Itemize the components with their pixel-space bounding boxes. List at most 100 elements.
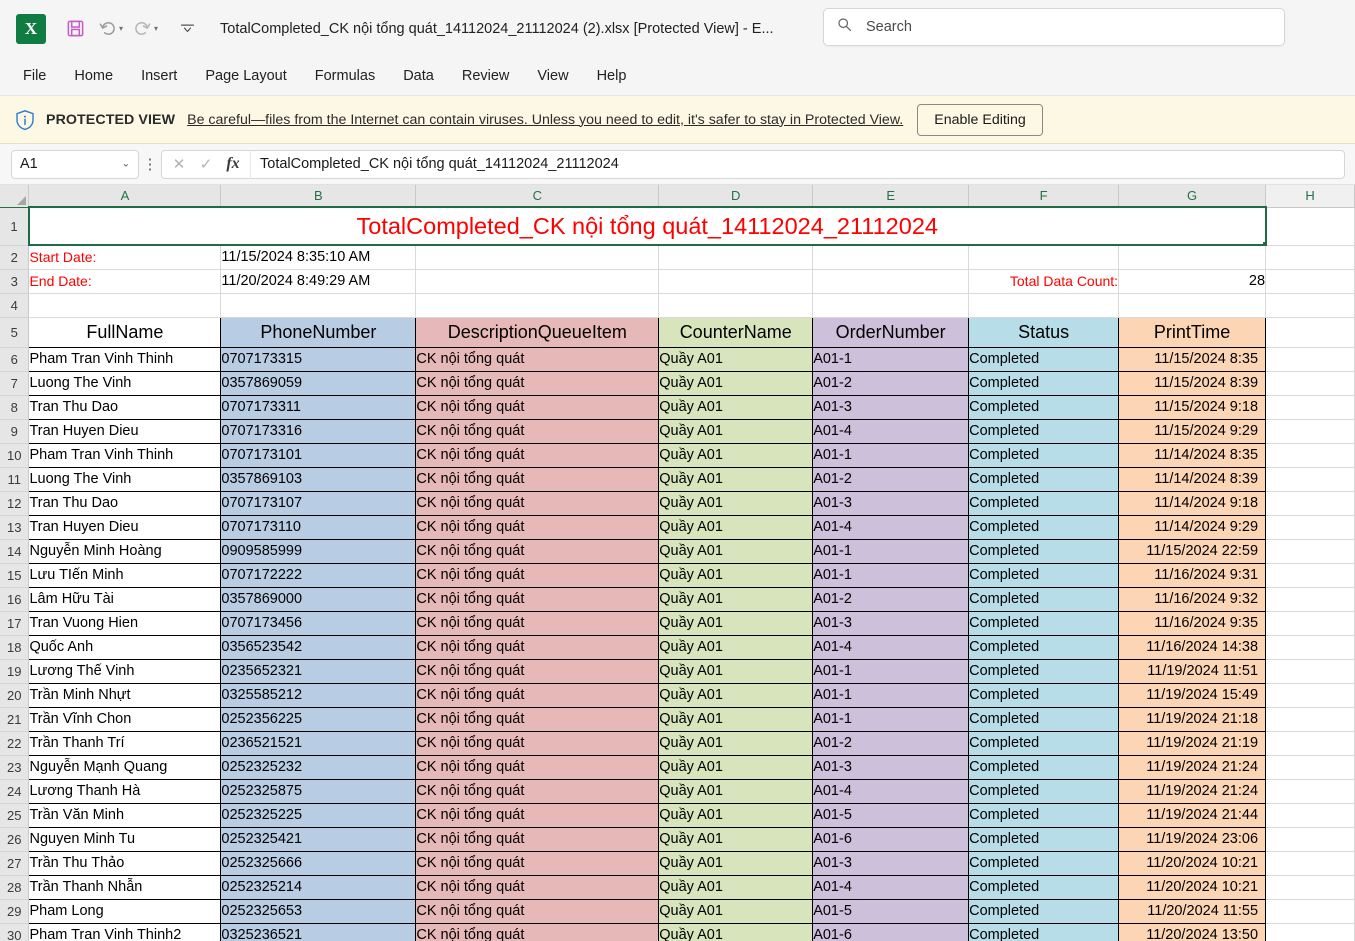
cell-e4[interactable] — [812, 293, 970, 318]
cell-g2[interactable] — [1118, 245, 1267, 270]
protected-view-message[interactable]: Be careful—files from the Internet can c… — [187, 112, 903, 128]
row-header-6[interactable]: 6 — [0, 347, 30, 372]
cell-E27[interactable]: A01-3 — [812, 851, 970, 876]
row-header-2[interactable]: 2 — [0, 245, 30, 270]
row-header-19[interactable]: 19 — [0, 659, 30, 684]
tab-data[interactable]: Data — [390, 63, 447, 89]
cell-A24[interactable]: Lương Thanh Hà — [28, 779, 222, 804]
cell-A12[interactable]: Tran Thu Dao — [28, 491, 222, 516]
cell-F27[interactable]: Completed — [968, 851, 1120, 876]
cell-A7[interactable]: Luong The Vinh — [28, 371, 222, 396]
cell-D29[interactable]: Quầy A01 — [658, 899, 814, 924]
cell-D12[interactable]: Quầy A01 — [658, 491, 814, 516]
cell-D11[interactable]: Quầy A01 — [658, 467, 814, 492]
cell-c4[interactable] — [415, 293, 660, 318]
cell-B8[interactable]: 0707173311 — [220, 395, 417, 420]
name-box[interactable]: A1 ⌄ — [11, 149, 139, 179]
tab-home[interactable]: Home — [61, 63, 126, 89]
row-header-1[interactable]: 1 — [0, 207, 30, 246]
cell-E14[interactable]: A01-1 — [812, 539, 970, 564]
cell-E19[interactable]: A01-1 — [812, 659, 970, 684]
cell-H20[interactable] — [1265, 683, 1355, 708]
cell-D9[interactable]: Quầy A01 — [658, 419, 814, 444]
tab-insert[interactable]: Insert — [128, 63, 190, 89]
cell-C23[interactable]: CK nội tổng quát — [415, 755, 660, 780]
cell-G17[interactable]: 11/16/2024 9:35 — [1118, 611, 1267, 636]
cell-A29[interactable]: Pham Long — [28, 899, 222, 924]
cell-c3[interactable] — [415, 269, 660, 294]
row-header-28[interactable]: 28 — [0, 875, 30, 900]
column-header-a[interactable]: A — [28, 185, 222, 208]
cell-B6[interactable]: 0707173315 — [220, 347, 417, 372]
cell-E21[interactable]: A01-1 — [812, 707, 970, 732]
total-data-count-value[interactable]: 28 — [1118, 269, 1267, 294]
cell-E12[interactable]: A01-3 — [812, 491, 970, 516]
cell-E29[interactable]: A01-5 — [812, 899, 970, 924]
cell-F7[interactable]: Completed — [968, 371, 1120, 396]
cell-G28[interactable]: 11/20/2024 10:21 — [1118, 875, 1267, 900]
cell-C19[interactable]: CK nội tổng quát — [415, 659, 660, 684]
cell-H15[interactable] — [1265, 563, 1355, 588]
cell-D28[interactable]: Quầy A01 — [658, 875, 814, 900]
cell-h4[interactable] — [1265, 293, 1355, 318]
cell-B26[interactable]: 0252325421 — [220, 827, 417, 852]
column-header-h[interactable]: H — [1265, 185, 1355, 208]
cell-D7[interactable]: Quầy A01 — [658, 371, 814, 396]
column-header-g[interactable]: G — [1118, 185, 1267, 208]
row-header-27[interactable]: 27 — [0, 851, 30, 876]
formula-bar-options-icon[interactable]: ⋮ — [141, 157, 159, 172]
cell-h5[interactable] — [1265, 317, 1355, 348]
cell-E23[interactable]: A01-3 — [812, 755, 970, 780]
cell-B21[interactable]: 0252356225 — [220, 707, 417, 732]
row-header-17[interactable]: 17 — [0, 611, 30, 636]
cell-F29[interactable]: Completed — [968, 899, 1120, 924]
cell-d3[interactable] — [658, 269, 814, 294]
cell-B25[interactable]: 0252325225 — [220, 803, 417, 828]
cell-A17[interactable]: Tran Vuong Hien — [28, 611, 222, 636]
column-header-d[interactable]: D — [658, 185, 814, 208]
cell-A6[interactable]: Pham Tran Vinh Thinh — [28, 347, 222, 372]
cell-D6[interactable]: Quầy A01 — [658, 347, 814, 372]
cell-H24[interactable] — [1265, 779, 1355, 804]
cell-F8[interactable]: Completed — [968, 395, 1120, 420]
cell-B14[interactable]: 0909585999 — [220, 539, 417, 564]
tab-formulas[interactable]: Formulas — [302, 63, 388, 89]
report-title-cell[interactable]: TotalCompleted_CK nội tổng quát_14112024… — [27, 206, 1267, 246]
row-header-4[interactable]: 4 — [0, 293, 30, 318]
cell-E10[interactable]: A01-1 — [812, 443, 970, 468]
end-date-value[interactable]: 11/20/2024 8:49:29 AM — [220, 269, 417, 294]
cell-E22[interactable]: A01-2 — [812, 731, 970, 756]
selection-fill-handle[interactable] — [1261, 241, 1264, 243]
column-header-e[interactable]: E — [812, 185, 970, 208]
cell-E25[interactable]: A01-5 — [812, 803, 970, 828]
cell-H6[interactable] — [1265, 347, 1355, 372]
row-header-25[interactable]: 25 — [0, 803, 30, 828]
cancel-formula-icon[interactable]: ✕ — [168, 153, 190, 175]
cell-A10[interactable]: Pham Tran Vinh Thinh — [28, 443, 222, 468]
row-header-20[interactable]: 20 — [0, 683, 30, 708]
cell-D19[interactable]: Quầy A01 — [658, 659, 814, 684]
cell-F15[interactable]: Completed — [968, 563, 1120, 588]
cell-B27[interactable]: 0252325666 — [220, 851, 417, 876]
cell-B29[interactable]: 0252325653 — [220, 899, 417, 924]
cell-H30[interactable] — [1265, 923, 1355, 941]
cell-C28[interactable]: CK nội tổng quát — [415, 875, 660, 900]
cell-C8[interactable]: CK nội tổng quát — [415, 395, 660, 420]
tab-file[interactable]: File — [10, 63, 59, 89]
cell-A21[interactable]: Trần Vĩnh Chon — [28, 707, 222, 732]
row-header-21[interactable]: 21 — [0, 707, 30, 732]
cell-G26[interactable]: 11/19/2024 23:06 — [1118, 827, 1267, 852]
row-header-3[interactable]: 3 — [0, 269, 30, 294]
cell-B24[interactable]: 0252325875 — [220, 779, 417, 804]
cell-E13[interactable]: A01-4 — [812, 515, 970, 540]
cell-B17[interactable]: 0707173456 — [220, 611, 417, 636]
row-header-10[interactable]: 10 — [0, 443, 30, 468]
cell-C14[interactable]: CK nội tổng quát — [415, 539, 660, 564]
cell-C11[interactable]: CK nội tổng quát — [415, 467, 660, 492]
cell-E9[interactable]: A01-4 — [812, 419, 970, 444]
cell-G16[interactable]: 11/16/2024 9:32 — [1118, 587, 1267, 612]
cell-A14[interactable]: Nguyễn Minh Hoàng — [28, 539, 222, 564]
end-date-label[interactable]: End Date: — [28, 269, 222, 294]
row-header-26[interactable]: 26 — [0, 827, 30, 852]
cell-D17[interactable]: Quầy A01 — [658, 611, 814, 636]
